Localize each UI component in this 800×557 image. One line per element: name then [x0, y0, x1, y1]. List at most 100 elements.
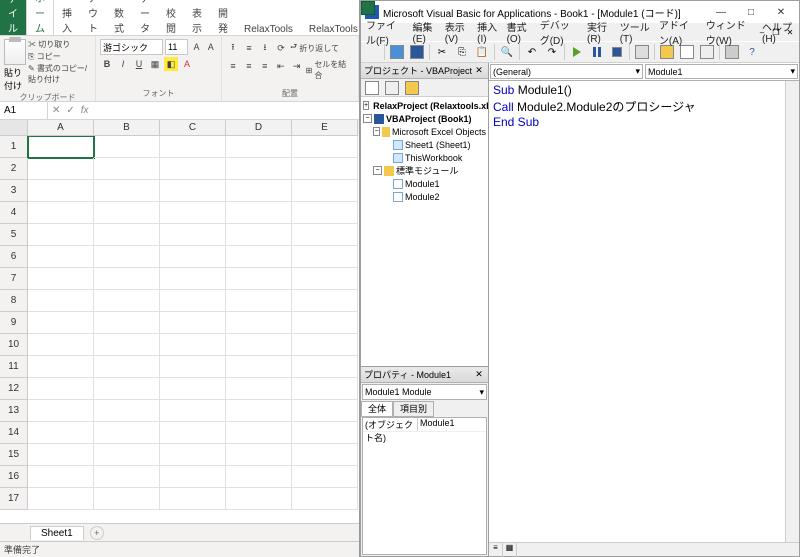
cell[interactable]: [226, 334, 292, 356]
cell[interactable]: [292, 488, 358, 510]
cell[interactable]: [94, 268, 160, 290]
cell[interactable]: [292, 180, 358, 202]
copy-button[interactable]: ⎘ コピー: [28, 51, 91, 62]
cell[interactable]: [160, 422, 226, 444]
cell[interactable]: [160, 224, 226, 246]
cell[interactable]: [160, 378, 226, 400]
cell[interactable]: [160, 180, 226, 202]
full-module-view-button[interactable]: ▦: [503, 543, 517, 557]
font-size-select[interactable]: 11: [165, 39, 188, 55]
align-middle-button[interactable]: ≡: [242, 41, 256, 55]
cell[interactable]: [226, 224, 292, 246]
col-header[interactable]: C: [160, 120, 226, 136]
cell[interactable]: [160, 246, 226, 268]
cell[interactable]: [28, 400, 94, 422]
cell[interactable]: [226, 312, 292, 334]
row-header[interactable]: 16: [0, 466, 28, 488]
cell[interactable]: [28, 334, 94, 356]
tree-item-excel-objects[interactable]: Microsoft Excel Objects: [392, 127, 486, 137]
properties-object-select[interactable]: Module1 Module▾: [362, 384, 487, 400]
tree-item-book[interactable]: VBAProject (Book1): [386, 114, 472, 124]
cell[interactable]: [292, 202, 358, 224]
menu-debug[interactable]: デバッグ(D): [537, 17, 582, 47]
row-header[interactable]: 2: [0, 158, 28, 180]
cell[interactable]: [94, 488, 160, 510]
save-button[interactable]: [408, 43, 426, 61]
cell[interactable]: [94, 158, 160, 180]
align-top-button[interactable]: ⭱: [226, 41, 240, 55]
cell[interactable]: [94, 224, 160, 246]
cell[interactable]: [226, 290, 292, 312]
row-header[interactable]: 8: [0, 290, 28, 312]
cell[interactable]: [28, 422, 94, 444]
cell[interactable]: [226, 422, 292, 444]
cell[interactable]: [292, 290, 358, 312]
cell[interactable]: [160, 202, 226, 224]
break-button[interactable]: [588, 43, 606, 61]
tree-item-sheet1[interactable]: Sheet1 (Sheet1): [405, 140, 471, 150]
collapse-icon[interactable]: −: [363, 114, 372, 123]
cell[interactable]: [94, 400, 160, 422]
row-header[interactable]: 3: [0, 180, 28, 202]
menu-file[interactable]: ファイル(F): [363, 17, 407, 47]
cell[interactable]: [94, 246, 160, 268]
cell[interactable]: [28, 246, 94, 268]
properties-close-button[interactable]: ✕: [473, 369, 485, 381]
find-button[interactable]: 🔍: [498, 43, 516, 61]
paste-button[interactable]: 📋: [473, 43, 491, 61]
col-header[interactable]: E: [292, 120, 358, 136]
cell[interactable]: [94, 312, 160, 334]
increase-indent-button[interactable]: ⇥: [290, 59, 304, 73]
add-sheet-button[interactable]: +: [90, 526, 104, 540]
cell[interactable]: [292, 466, 358, 488]
select-all-corner[interactable]: [0, 120, 28, 136]
cell[interactable]: [28, 466, 94, 488]
tab-formulas[interactable]: 数式: [106, 3, 132, 35]
copy-button[interactable]: ⎘: [453, 43, 471, 61]
cell[interactable]: [94, 466, 160, 488]
cell[interactable]: [292, 444, 358, 466]
font-name-select[interactable]: 游ゴシック: [100, 39, 163, 55]
cell[interactable]: [160, 334, 226, 356]
tab-insert[interactable]: 挿入: [54, 3, 80, 35]
menu-insert[interactable]: 挿入(I): [474, 19, 501, 45]
cell[interactable]: [94, 136, 160, 158]
cell[interactable]: [226, 268, 292, 290]
menu-window[interactable]: ウィンドウ(W): [703, 17, 757, 47]
cell[interactable]: [160, 136, 226, 158]
cell[interactable]: [28, 290, 94, 312]
row-header[interactable]: 17: [0, 488, 28, 510]
cell[interactable]: [160, 158, 226, 180]
border-button[interactable]: ▦: [148, 57, 162, 71]
collapse-icon[interactable]: −: [373, 166, 382, 175]
tab-developer[interactable]: 開発: [210, 3, 236, 35]
italic-button[interactable]: I: [116, 57, 130, 71]
property-name-value[interactable]: Module1: [418, 418, 486, 431]
cell[interactable]: [292, 158, 358, 180]
cell[interactable]: [292, 136, 358, 158]
tab-relaxtools1[interactable]: RelaxTools: [236, 22, 301, 35]
cell[interactable]: [226, 136, 292, 158]
procedure-view-button[interactable]: ≡: [489, 543, 503, 557]
cell[interactable]: [94, 180, 160, 202]
tab-home[interactable]: ホーム: [26, 0, 54, 35]
tab-file[interactable]: ファイル: [0, 0, 26, 35]
cell[interactable]: [292, 356, 358, 378]
cancel-icon[interactable]: ✕: [52, 105, 60, 116]
cell[interactable]: [226, 378, 292, 400]
mdi-minimize-button[interactable]: –: [755, 26, 769, 39]
paste-button[interactable]: 貼り付け: [4, 39, 26, 92]
align-right-button[interactable]: ≡: [258, 59, 272, 73]
cell[interactable]: [226, 444, 292, 466]
cell[interactable]: [292, 224, 358, 246]
align-left-button[interactable]: ≡: [226, 59, 240, 73]
collapse-icon[interactable]: −: [373, 127, 380, 136]
cell[interactable]: [28, 378, 94, 400]
cut-button[interactable]: ✂: [433, 43, 451, 61]
code-editor[interactable]: Sub Module1() Call Module2.Module2のプロシージ…: [489, 81, 785, 542]
cell[interactable]: [28, 136, 94, 158]
decrease-indent-button[interactable]: ⇤: [274, 59, 288, 73]
row-header[interactable]: 6: [0, 246, 28, 268]
cell[interactable]: [292, 378, 358, 400]
tree-item-relax[interactable]: RelaxProject (Relaxtools.xlam): [373, 101, 488, 111]
